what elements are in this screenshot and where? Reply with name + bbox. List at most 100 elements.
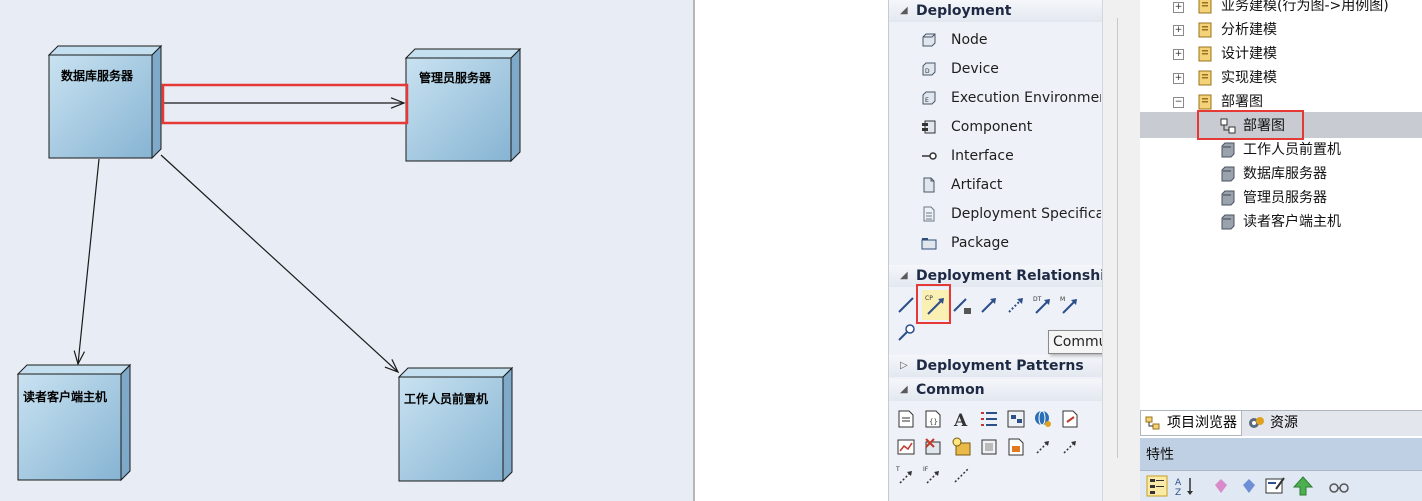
package-folder-icon <box>1198 0 1212 14</box>
svg-text:{}: {} <box>929 418 938 426</box>
tree-item-business-modeling[interactable]: 业务建模(行为图->用例图) <box>1221 0 1389 18</box>
common-section-header[interactable]: ◢ Common <box>889 379 1103 401</box>
svg-text:E: E <box>925 97 929 104</box>
deployment-patterns-header[interactable]: ▷ Deployment Patterns <box>889 355 1103 377</box>
deploy-tool-icon[interactable]: DT <box>1032 294 1054 316</box>
document-tool-icon[interactable] <box>1059 408 1081 430</box>
link-db-staff[interactable] <box>160 154 399 373</box>
execution-environment-icon: E <box>922 91 936 105</box>
note-tool-icon[interactable] <box>895 408 917 430</box>
node-label: 管理员服务器 <box>419 70 492 85</box>
association-tool-icon[interactable] <box>895 294 917 316</box>
expand-arrow-icon: ▷ <box>900 360 908 371</box>
link-db-reader[interactable] <box>77 158 100 365</box>
information-flow-tool-icon[interactable]: T <box>895 464 917 486</box>
node-staff[interactable]: 工作人员前置机 <box>397 366 514 483</box>
svg-text:DT: DT <box>1033 296 1042 303</box>
toolbox-item-node[interactable]: Node <box>921 28 1101 52</box>
device-icon: D <box>922 62 936 76</box>
selected-diagram-highlight <box>1197 110 1304 140</box>
canvas-blank-area[interactable] <box>693 0 888 501</box>
tree-item-database-server[interactable]: 数据库服务器 <box>1243 162 1327 186</box>
collapse-arrow-icon: ◢ <box>900 5 908 16</box>
tree-item-analysis-modeling[interactable]: 分析建模 <box>1221 18 1277 42</box>
tree-expander[interactable]: + <box>1173 73 1184 84</box>
text-tool-icon[interactable]: A <box>951 408 973 430</box>
package-folder-icon <box>1198 94 1212 110</box>
toolbox-item-package[interactable]: Package <box>921 231 1101 255</box>
collapse-arrow-icon: ◢ <box>900 384 908 395</box>
component-icon <box>922 120 936 134</box>
artifact-icon <box>923 177 935 193</box>
node-icon <box>922 33 936 47</box>
dependency-tool-icon[interactable] <box>978 294 1000 316</box>
node-admin[interactable]: 管理员服务器 <box>404 47 522 163</box>
svg-text:IF: IF <box>923 466 929 473</box>
tree-item-implementation-modeling[interactable]: 实现建模 <box>1221 66 1277 90</box>
toolbox-item-device[interactable]: D Device <box>921 57 1101 81</box>
tab-project-browser[interactable]: 项目浏览器 <box>1140 411 1242 436</box>
chart-tool-icon[interactable] <box>895 436 917 458</box>
node-reader[interactable]: 读者客户端主机 <box>16 363 132 482</box>
node-label: 工作人员前置机 <box>404 391 488 406</box>
toolbox-item-interface[interactable]: Interface <box>921 144 1101 168</box>
tab-resources[interactable]: 资源 <box>1244 411 1324 436</box>
node-element-icon <box>1221 214 1235 230</box>
property-pages-icon[interactable] <box>1264 475 1286 497</box>
gem-blue-icon[interactable] <box>1240 477 1258 495</box>
trace-tool-icon[interactable] <box>1032 436 1054 458</box>
list-tool-icon[interactable] <box>978 408 1000 430</box>
svg-text:D: D <box>925 68 930 75</box>
import-tool-icon[interactable]: IF <box>922 464 944 486</box>
glasses-icon[interactable] <box>1328 477 1350 495</box>
toolbox-item-execution-environment[interactable]: E Execution Environmen <box>921 86 1101 110</box>
sort-alphabetical-icon[interactable]: AZ <box>1174 475 1196 497</box>
categorized-view-icon[interactable] <box>1146 475 1168 497</box>
node-label: 数据库服务器 <box>61 68 134 83</box>
up-arrow-icon[interactable] <box>1292 475 1314 497</box>
deployment-tool-icon[interactable] <box>951 294 973 316</box>
tree-item-design-modeling[interactable]: 设计建模 <box>1221 42 1277 66</box>
browser-left-gutter <box>1118 0 1140 501</box>
properties-toolbar: AZ <box>1140 470 1422 501</box>
resources-icon <box>1249 417 1264 428</box>
deployment-section-header[interactable]: ◢ Deployment <box>889 0 1103 22</box>
gem-pink-icon[interactable] <box>1212 477 1230 495</box>
collapse-arrow-icon: ◢ <box>900 270 908 281</box>
issue-tool-icon[interactable] <box>922 436 944 458</box>
node-db[interactable]: 数据库服务器 <box>47 44 163 160</box>
deployment-diagram: 数据库服务器 管理员服务器读者客户端主机 工作人员前置机 <box>16 44 522 483</box>
svg-text:A: A <box>953 411 968 430</box>
package-folder-icon <box>1198 46 1212 62</box>
realize-tool-icon[interactable] <box>1005 294 1027 316</box>
tree-expander[interactable]: − <box>1173 97 1184 108</box>
toolbox-item-artifact[interactable]: Artifact <box>921 173 1101 197</box>
tree-expander[interactable]: + <box>1173 25 1184 36</box>
artifact-frame-tool-icon[interactable] <box>978 436 1000 458</box>
svg-text:A: A <box>1175 478 1182 488</box>
tree-item-admin-server[interactable]: 管理员服务器 <box>1243 186 1327 210</box>
legend-tool-icon[interactable] <box>1005 436 1027 458</box>
svg-text:T: T <box>895 466 900 473</box>
nesting-tool-icon[interactable] <box>895 322 917 344</box>
link-highlight-box <box>161 83 409 125</box>
boundary-tool-icon[interactable] <box>951 436 973 458</box>
diagram-canvas[interactable]: 数据库服务器 管理员服务器读者客户端主机 工作人员前置机 <box>0 0 693 501</box>
toolbox-panel: ◢ Deployment Node D Device E Execution E… <box>888 0 1132 501</box>
diagram-frame-tool-icon[interactable] <box>1005 408 1027 430</box>
tree-item-reader-client[interactable]: 读者客户端主机 <box>1243 210 1341 234</box>
dependency-common-tool-icon[interactable] <box>1059 436 1081 458</box>
notelink-tool-icon[interactable] <box>951 464 973 486</box>
manifest-tool-icon[interactable]: M <box>1059 294 1081 316</box>
package-folder-icon <box>1198 22 1212 38</box>
tree-expander[interactable]: + <box>1173 49 1184 60</box>
properties-title: 特性 <box>1146 447 1174 463</box>
tree-expander[interactable]: + <box>1173 2 1184 13</box>
tree-item-staff-frontend[interactable]: 工作人员前置机 <box>1243 138 1341 162</box>
hyperlink-tool-icon[interactable] <box>1032 408 1054 430</box>
toolbox-item-component[interactable]: Component <box>921 115 1101 139</box>
node-element-icon <box>1221 190 1235 206</box>
constraint-tool-icon[interactable]: {} <box>922 408 944 430</box>
svg-text:M: M <box>1060 296 1065 303</box>
toolbox-item-deployment-specification[interactable]: Deployment Specifica <box>921 202 1101 226</box>
